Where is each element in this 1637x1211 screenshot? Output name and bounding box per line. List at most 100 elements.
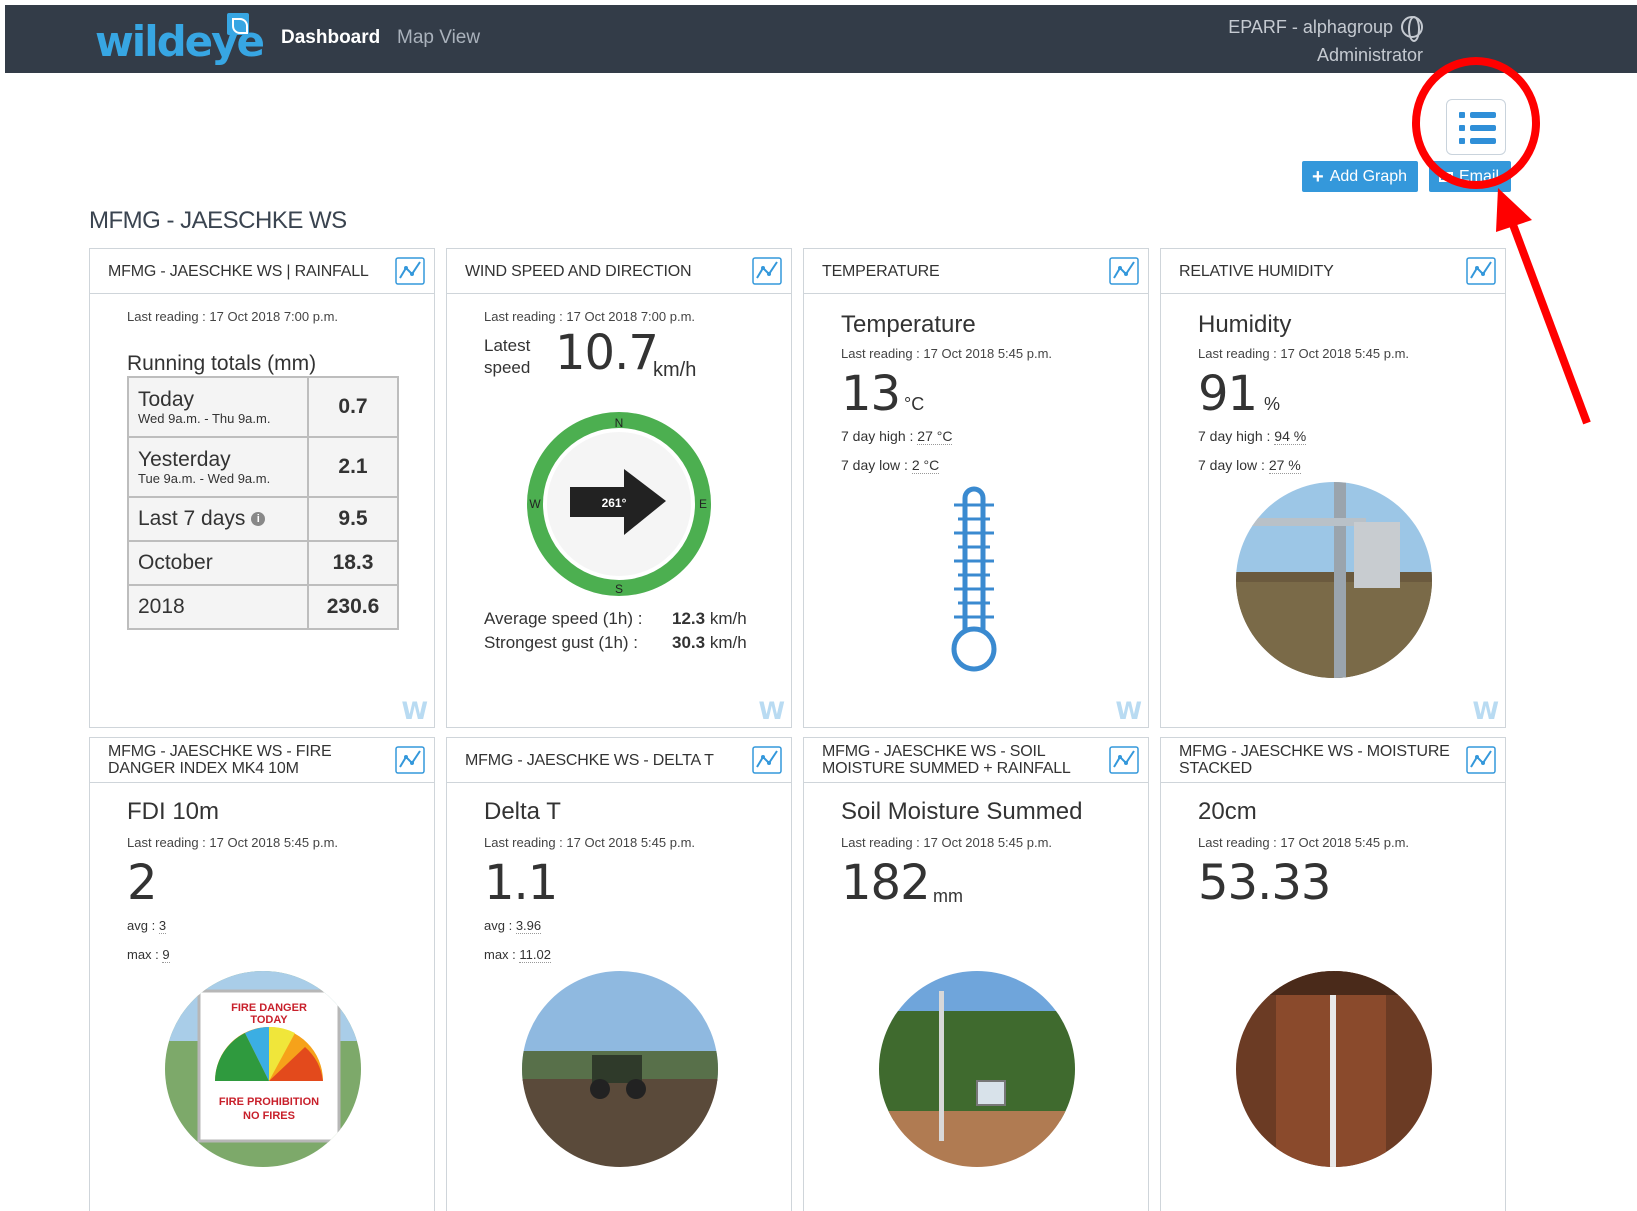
rainfall-card: MFMG - JAESCHKE WS | RAINFALL Last readi… [89,248,435,728]
max-label: max : [127,947,159,962]
wildeye-watermark: W [758,697,785,725]
nav-map-view[interactable]: Map View [397,27,480,49]
metric-title: Soil Moisture Summed [841,798,1083,825]
compass-s: S [615,582,623,596]
speed-label: speed [484,358,531,377]
row-value: 230.6 [307,584,399,630]
card-title: MFMG - JAESCHKE WS | RAINFALL [108,262,369,280]
temperature-value: 13 [841,366,901,422]
avg-stat: avg : 3 [127,918,167,934]
plus-icon: + [1312,165,1324,188]
card-header: MFMG - JAESCHKE WS - FIRE DANGER INDEX M… [90,738,434,783]
direction-label: 261° [602,496,627,510]
gust-label: Strongest gust (1h) : [484,633,639,652]
temperature-unit: °C [904,394,925,414]
table-row: Today Wed 9a.m. - Thu 9a.m. 0.7 [127,376,399,438]
avg-label: avg : [127,918,156,933]
low-label: 7 day low : [1198,457,1265,473]
graph-icon[interactable] [1465,745,1497,775]
wind-speed-value: 10.7 [555,325,659,381]
email-button[interactable]: Email [1429,161,1511,192]
table-row: October 18.3 [127,540,399,586]
wind-speed-unit: km/h [653,359,697,381]
card-title: MFMG - JAESCHKE WS - SOIL MOISTURE SUMME… [822,743,1071,777]
soil-probe-photo [879,971,1075,1167]
humidity-card: RELATIVE HUMIDITY Humidity Last reading … [1160,248,1506,728]
last-reading: Last reading : 17 Oct 2018 5:45 p.m. [1198,346,1410,361]
graph-icon[interactable] [751,745,783,775]
avg-speed-label: Average speed (1h) : [484,609,643,628]
row-label: Last 7 days [138,507,246,530]
user-role: Administrator [1316,45,1423,65]
gust: 30.3 km/h [672,633,747,653]
fire-danger-sign-photo: FIRE DANGER TODAY FIRE PROHIBITION NO FI… [165,971,361,1167]
thermometer-icon [951,486,997,672]
high-value: 94 % [1274,428,1307,445]
list-menu-button[interactable] [1446,99,1506,155]
row-label: October [138,551,213,574]
table-row: 2018 230.6 [127,584,399,630]
running-totals-title: Running totals (mm) [127,352,317,375]
graph-icon[interactable] [751,256,783,286]
last-reading: Last reading : 17 Oct 2018 5:45 p.m. [127,835,339,850]
row-sub: Wed 9a.m. - Thu 9a.m. [138,411,271,426]
leaf-icon [227,13,249,35]
max-stat: max : 9 [127,947,170,963]
row-label: 2018 [138,595,185,618]
soil-unit: mm [933,886,963,906]
last-reading: Last reading : 17 Oct 2018 5:45 p.m. [841,835,1053,850]
high-stat: 7 day high : 27 °C [841,428,953,445]
row-sub: Tue 9a.m. - Wed 9a.m. [138,471,271,486]
high-label: 7 day high : [841,428,914,444]
high-stat: 7 day high : 94 % [1198,428,1307,445]
org-name: EPARF - alphagroup [1228,17,1393,37]
card-header: TEMPERATURE [804,249,1148,294]
add-graph-button[interactable]: + Add Graph [1302,161,1418,192]
humidity-value: 91 [1198,366,1258,422]
rainfall-table: Today Wed 9a.m. - Thu 9a.m. 0.7 Yesterday… [127,376,399,630]
sprayer-photo [522,971,718,1167]
metric-title: 20cm [1198,798,1257,825]
avg-stat: avg : 3.96 [484,918,542,934]
wildeye-watermark: W [401,697,428,725]
avg-value: 3 [158,918,167,934]
graph-icon[interactable] [394,745,426,775]
gust-value: 30.3 [672,633,706,652]
graph-icon[interactable] [1108,745,1140,775]
latest-label: Latest [484,336,531,355]
last-reading: Last reading : 17 Oct 2018 5:45 p.m. [484,835,696,850]
avg-speed-value: 12.3 [672,609,706,628]
graph-icon[interactable] [394,256,426,286]
avg-speed: 12.3 km/h [672,609,747,629]
avg-value: 3.96 [515,918,542,934]
sign-text-2: TODAY [250,1014,288,1026]
card-header: MFMG - JAESCHKE WS - DELTA T [447,738,791,783]
humidity-sensor-photo [1236,482,1432,678]
graph-icon[interactable] [1465,256,1497,286]
sign-text-1: FIRE DANGER [231,1002,307,1014]
compass-e: E [699,497,707,511]
metric-title: Humidity [1198,311,1292,338]
card-header: WIND SPEED AND DIRECTION [447,249,791,294]
soil-moisture-card: MFMG - JAESCHKE WS - SOIL MOISTURE SUMME… [803,737,1149,1211]
low-stat: 7 day low : 2 °C [841,457,940,474]
last-reading: Last reading : 17 Oct 2018 7:00 p.m. [127,309,339,324]
low-value: 2 °C [911,457,940,474]
soil-profile-photo [1236,971,1432,1167]
envelope-icon [1439,171,1453,182]
graph-icon[interactable] [1108,256,1140,286]
high-label: 7 day high : [1198,428,1271,444]
email-label: Email [1459,167,1500,185]
avg-label: avg : [484,918,513,933]
account-menu[interactable]: EPARF - alphagroup Administrator [1228,13,1423,69]
info-icon[interactable]: i [251,512,266,527]
gust-unit: km/h [709,633,747,652]
wind-compass: N E S W 261° [527,412,711,596]
latest-speed-label: Latest speed [484,335,530,379]
last-reading: Last reading : 17 Oct 2018 5:45 p.m. [1198,835,1410,850]
high-value: 27 °C [917,428,953,445]
sign-text-3: FIRE PROHIBITION [219,1096,319,1108]
avg-speed-unit: km/h [709,609,747,628]
card-title: RELATIVE HUMIDITY [1179,262,1334,280]
nav-dashboard[interactable]: Dashboard [281,27,380,49]
